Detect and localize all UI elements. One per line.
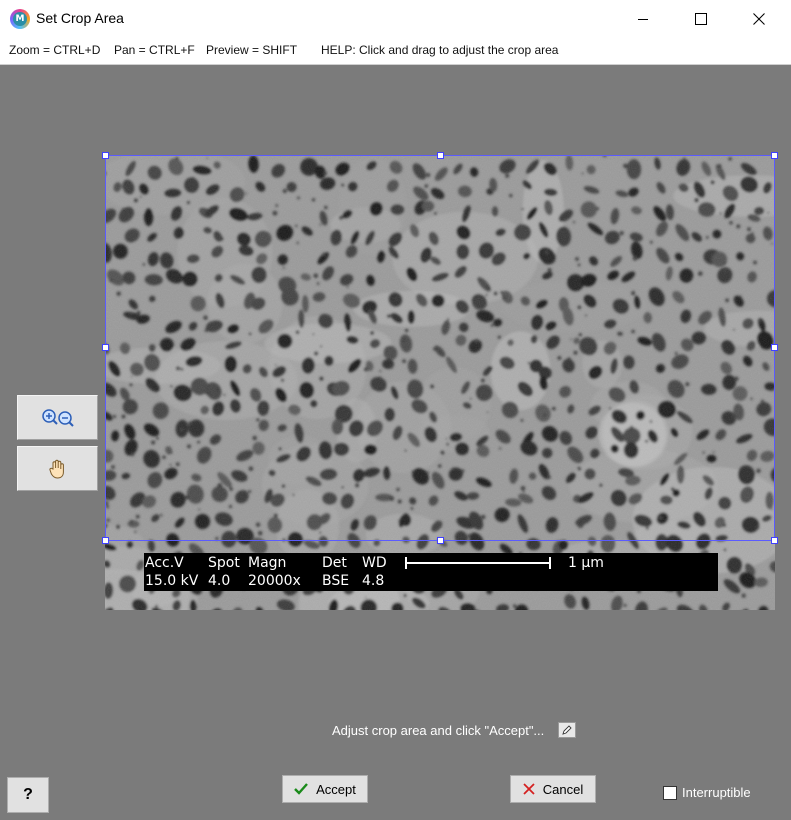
- app-logo-icon: M: [10, 9, 30, 29]
- micrograph-databar: Acc.V Spot Magn Det WD 15.0 kV 4.0 20000…: [144, 553, 718, 591]
- maximize-button[interactable]: [678, 0, 724, 38]
- crop-handle-right[interactable]: [771, 344, 778, 351]
- crop-rectangle[interactable]: [102, 152, 778, 544]
- help-button-label: ?: [23, 786, 33, 803]
- accept-button-label: Accept: [316, 781, 356, 797]
- crop-handle-bottom-left[interactable]: [102, 537, 109, 544]
- minimize-icon: [638, 19, 648, 20]
- databar-magn-value: 20000x: [248, 573, 301, 589]
- databar-spot-label: Spot: [208, 555, 240, 571]
- window-title: Set Crop Area: [36, 10, 124, 26]
- title-bar: M Set Crop Area: [0, 0, 791, 38]
- zoom-shortcut-text: Zoom = CTRL+D: [9, 43, 101, 57]
- databar-magn-label: Magn: [248, 555, 287, 571]
- help-button[interactable]: ?: [7, 777, 49, 813]
- pan-shortcut-text: Pan = CTRL+F: [114, 43, 195, 57]
- shortcut-help-bar: Zoom = CTRL+D Pan = CTRL+F Preview = SHI…: [0, 38, 791, 65]
- crop-handle-left[interactable]: [102, 344, 109, 351]
- interruptible-checkbox[interactable]: [663, 785, 677, 800]
- status-message: Adjust crop area and click "Accept"...: [332, 723, 545, 738]
- cancel-button[interactable]: Cancel: [510, 775, 596, 803]
- crop-handle-bottom-right[interactable]: [771, 537, 778, 544]
- help-instruction-text: HELP: Click and drag to adjust the crop …: [321, 43, 559, 57]
- cancel-button-label: Cancel: [542, 781, 584, 797]
- interruptible-option[interactable]: Interruptible: [663, 785, 751, 800]
- close-icon: [753, 13, 765, 25]
- crop-handle-top-left[interactable]: [102, 152, 109, 159]
- crop-handle-top-right[interactable]: [771, 152, 778, 159]
- preview-shortcut-text: Preview = SHIFT: [206, 43, 298, 57]
- databar-accv-value: 15.0 kV: [145, 573, 199, 589]
- pan-tool-button[interactable]: [17, 446, 98, 491]
- interruptible-label: Interruptible: [682, 785, 751, 800]
- hand-pan-icon: [48, 459, 64, 479]
- databar-det-label: Det: [322, 555, 347, 571]
- scale-bar-label: 1 µm: [568, 555, 604, 571]
- databar-wd-label: WD: [362, 555, 387, 571]
- zoom-tool-button[interactable]: [17, 395, 98, 440]
- databar-accv-label: Acc.V: [145, 555, 184, 571]
- minimize-button[interactable]: [620, 0, 666, 38]
- scale-bar: [405, 557, 551, 569]
- maximize-icon: [695, 13, 707, 25]
- edit-note-button[interactable]: [558, 722, 576, 738]
- databar-spot-value: 4.0: [208, 573, 231, 589]
- pencil-icon: [562, 725, 572, 735]
- crop-handle-top[interactable]: [437, 152, 444, 159]
- databar-det-value: BSE: [322, 573, 350, 589]
- databar-wd-value: 4.8: [362, 573, 385, 589]
- checkmark-icon: [294, 783, 309, 795]
- x-icon: [523, 783, 535, 795]
- accept-button[interactable]: Accept: [282, 775, 368, 803]
- crop-handle-bottom[interactable]: [437, 537, 444, 544]
- zoom-in-out-icon: [41, 408, 74, 427]
- close-button[interactable]: [736, 0, 782, 38]
